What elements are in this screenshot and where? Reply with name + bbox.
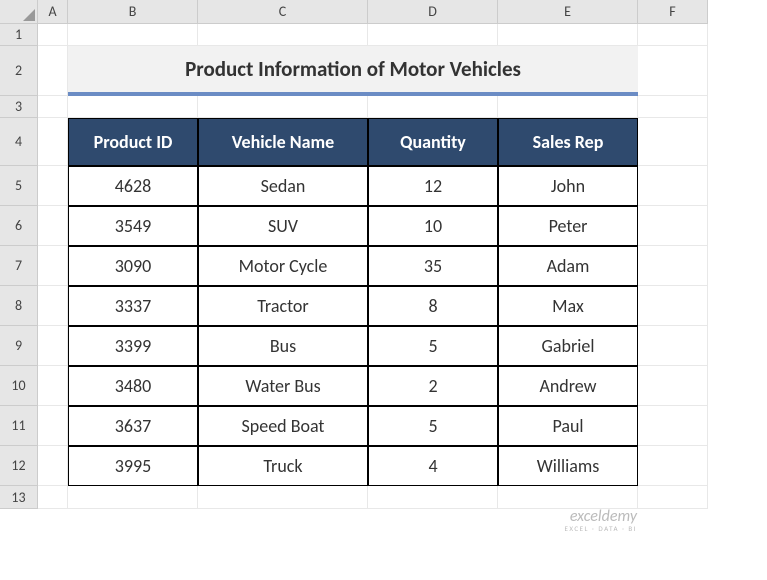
table-cell[interactable]: 3637 xyxy=(68,406,198,446)
spreadsheet-grid: A B C D E F 1 2 Product Information of M… xyxy=(0,0,767,509)
table-cell[interactable]: Sedan xyxy=(198,166,368,206)
table-cell[interactable]: 3337 xyxy=(68,286,198,326)
cell[interactable] xyxy=(498,96,638,118)
cell[interactable] xyxy=(38,206,68,246)
cell[interactable] xyxy=(368,96,498,118)
page-title: Product Information of Motor Vehicles xyxy=(185,56,521,82)
col-header-b[interactable]: B xyxy=(68,0,198,24)
cell[interactable] xyxy=(68,96,198,118)
row-header-12[interactable]: 12 xyxy=(0,446,38,486)
table-header-product-id[interactable]: Product ID xyxy=(68,118,198,166)
col-header-a[interactable]: A xyxy=(38,0,68,24)
table-cell[interactable]: 4628 xyxy=(68,166,198,206)
cell[interactable] xyxy=(638,246,708,286)
table-header-vehicle-name[interactable]: Vehicle Name xyxy=(198,118,368,166)
col-header-c[interactable]: C xyxy=(198,0,368,24)
cell[interactable] xyxy=(638,366,708,406)
row-header-6[interactable]: 6 xyxy=(0,206,38,246)
cell[interactable] xyxy=(638,406,708,446)
cell[interactable] xyxy=(368,486,498,509)
table-cell[interactable]: Williams xyxy=(498,446,638,486)
table-cell[interactable]: 3090 xyxy=(68,246,198,286)
col-header-e[interactable]: E xyxy=(498,0,638,24)
table-cell[interactable]: Motor Cycle xyxy=(198,246,368,286)
row-header-13[interactable]: 13 xyxy=(0,486,38,509)
row-header-2[interactable]: 2 xyxy=(0,46,38,96)
row-header-8[interactable]: 8 xyxy=(0,286,38,326)
cell[interactable] xyxy=(38,446,68,486)
table-cell[interactable]: 2 xyxy=(368,366,498,406)
cell[interactable] xyxy=(638,486,708,509)
table-cell[interactable]: Andrew xyxy=(498,366,638,406)
col-header-d[interactable]: D xyxy=(368,0,498,24)
table-cell[interactable]: SUV xyxy=(198,206,368,246)
cell[interactable] xyxy=(638,46,708,96)
title-merged-cell[interactable]: Product Information of Motor Vehicles xyxy=(68,46,638,96)
cell[interactable] xyxy=(638,166,708,206)
cell[interactable] xyxy=(38,326,68,366)
table-cell[interactable]: Tractor xyxy=(198,286,368,326)
table-cell[interactable]: John xyxy=(498,166,638,206)
cell[interactable] xyxy=(498,486,638,509)
table-cell[interactable]: 10 xyxy=(368,206,498,246)
row-header-10[interactable]: 10 xyxy=(0,366,38,406)
table-cell[interactable]: Paul xyxy=(498,406,638,446)
cell[interactable] xyxy=(198,96,368,118)
cell[interactable] xyxy=(38,246,68,286)
table-cell[interactable]: 8 xyxy=(368,286,498,326)
cell[interactable] xyxy=(38,96,68,118)
cell[interactable] xyxy=(638,96,708,118)
table-cell[interactable]: 3549 xyxy=(68,206,198,246)
select-all-corner[interactable] xyxy=(0,0,38,24)
cell[interactable] xyxy=(638,24,708,46)
table-cell[interactable]: 4 xyxy=(368,446,498,486)
table-cell[interactable]: 3995 xyxy=(68,446,198,486)
cell[interactable] xyxy=(38,24,68,46)
table-cell[interactable]: Bus xyxy=(198,326,368,366)
table-cell[interactable]: Peter xyxy=(498,206,638,246)
cell[interactable] xyxy=(638,206,708,246)
table-cell[interactable]: Truck xyxy=(198,446,368,486)
row-header-11[interactable]: 11 xyxy=(0,406,38,446)
table-cell[interactable]: 5 xyxy=(368,406,498,446)
cell[interactable] xyxy=(368,24,498,46)
table-cell[interactable]: 3399 xyxy=(68,326,198,366)
row-header-3[interactable]: 3 xyxy=(0,96,38,118)
table-cell[interactable]: 5 xyxy=(368,326,498,366)
col-header-f[interactable]: F xyxy=(638,0,708,24)
row-header-4[interactable]: 4 xyxy=(0,118,38,166)
cell[interactable] xyxy=(38,46,68,96)
table-cell[interactable]: 3480 xyxy=(68,366,198,406)
cell[interactable] xyxy=(68,24,198,46)
row-header-5[interactable]: 5 xyxy=(0,166,38,206)
cell[interactable] xyxy=(498,24,638,46)
cell[interactable] xyxy=(68,486,198,509)
table-cell[interactable]: Water Bus xyxy=(198,366,368,406)
table-cell[interactable]: Gabriel xyxy=(498,326,638,366)
cell[interactable] xyxy=(638,118,708,166)
watermark: exceldemy EXCEL · DATA · BI xyxy=(564,509,637,532)
table-cell[interactable]: Adam xyxy=(498,246,638,286)
cell[interactable] xyxy=(38,118,68,166)
table-cell[interactable]: 12 xyxy=(368,166,498,206)
table-cell[interactable]: Speed Boat xyxy=(198,406,368,446)
cell[interactable] xyxy=(38,286,68,326)
table-cell[interactable]: Max xyxy=(498,286,638,326)
cell[interactable] xyxy=(38,166,68,206)
table-cell[interactable]: 35 xyxy=(368,246,498,286)
cell[interactable] xyxy=(198,486,368,509)
table-header-sales-rep[interactable]: Sales Rep xyxy=(498,118,638,166)
row-header-9[interactable]: 9 xyxy=(0,326,38,366)
row-header-1[interactable]: 1 xyxy=(0,24,38,46)
cell[interactable] xyxy=(38,366,68,406)
cell[interactable] xyxy=(638,286,708,326)
cell[interactable] xyxy=(198,24,368,46)
watermark-sub: EXCEL · DATA · BI xyxy=(564,525,637,532)
cell[interactable] xyxy=(38,406,68,446)
table-header-quantity[interactable]: Quantity xyxy=(368,118,498,166)
cell[interactable] xyxy=(38,486,68,509)
cell[interactable] xyxy=(638,446,708,486)
row-header-7[interactable]: 7 xyxy=(0,246,38,286)
cell[interactable] xyxy=(638,326,708,366)
